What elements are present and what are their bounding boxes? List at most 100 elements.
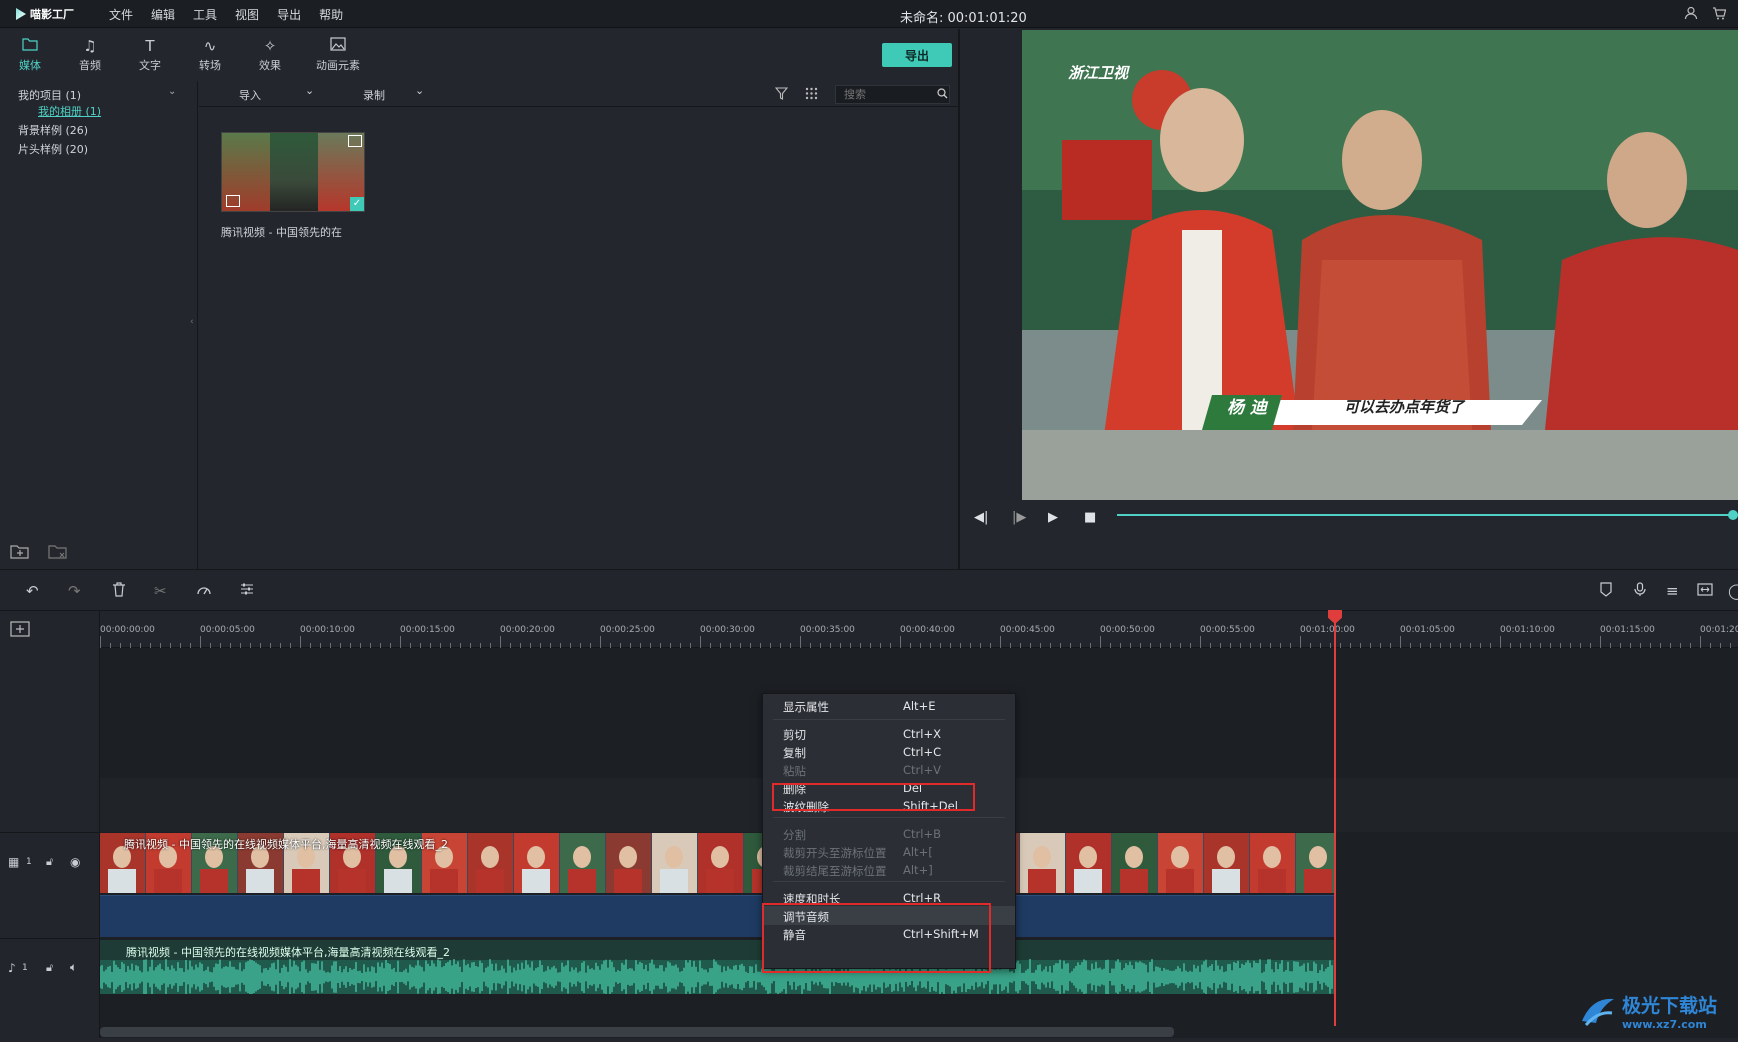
tab-text[interactable]: T 文字 [120, 29, 180, 81]
menu-help[interactable]: 帮助 [310, 6, 352, 23]
ruler-label: 00:00:05:00 [200, 625, 255, 635]
export-button[interactable]: 导出 [882, 43, 952, 67]
menu-item-copy[interactable]: 复制 Ctrl+C [763, 742, 1015, 761]
collapse-panel-icon[interactable]: ‹ [190, 317, 194, 327]
tab-text-label: 文字 [139, 58, 161, 72]
media-clip-thumbnail[interactable]: ✓ [221, 132, 365, 212]
menu-item-trim-start[interactable]: 裁剪开头至游标位置 Alt+[ [763, 842, 1015, 861]
tab-audio-label: 音频 [79, 58, 101, 72]
clip-caption: 腾讯视频 - 中国领先的在 [221, 226, 342, 239]
ruler-label: 00:00:10:00 [300, 625, 355, 635]
music-note-icon: ♪ [8, 961, 16, 975]
text-icon: T [145, 36, 155, 55]
chevron-down-icon[interactable]: ⌄ [415, 84, 424, 97]
search-icon[interactable] [937, 88, 948, 102]
add-track-icon[interactable] [10, 621, 30, 640]
cart-icon[interactable] [1712, 6, 1727, 24]
menu-item-trim-end[interactable]: 裁剪结尾至游标位置 Alt+] [763, 860, 1015, 879]
video-clip-label: 腾讯视频 - 中国领先的在线视频媒体平台,海量高清视频在线观看_2 [124, 838, 448, 851]
watermark-logo [1582, 998, 1614, 1026]
menu-divider [773, 881, 1005, 882]
stop-icon[interactable]: ■ [1084, 510, 1096, 525]
tree-my-project[interactable]: 我的项目 (1) [18, 87, 81, 103]
ruler-label: 00:00:15:00 [400, 625, 455, 635]
search-input[interactable] [835, 85, 950, 104]
video-preview: 浙江卫视 杨 迪 可以去办点年货了 [1022, 30, 1738, 500]
speed-icon[interactable] [196, 582, 212, 600]
menu-edit[interactable]: 编辑 [142, 6, 184, 23]
tree-bg-samples[interactable]: 背景样例 (26) [18, 122, 88, 138]
tab-elements-label: 动画元素 [316, 59, 360, 72]
cut-icon[interactable]: ✂ [154, 582, 167, 600]
tab-transition-label: 转场 [199, 58, 221, 72]
previous-frame-icon[interactable]: ◀| [974, 510, 988, 525]
library-toolbar: 导入 ⌄ 录制 ⌄ [199, 81, 960, 107]
chevron-down-icon[interactable]: ⌄ [305, 84, 314, 97]
menu-item-show-properties[interactable]: 显示属性 Alt+E [763, 696, 1015, 715]
watermark-url: www.xz7.com [1622, 1018, 1707, 1031]
speaker-icon[interactable]: 🔈︎ [70, 960, 77, 975]
new-folder-icon[interactable] [10, 543, 30, 562]
import-dropdown[interactable]: 导入 [239, 87, 261, 103]
microphone-icon[interactable] [1634, 582, 1646, 601]
voiceover-icon[interactable]: ≡ [1666, 582, 1679, 600]
menu-item-paste[interactable]: 粘贴 Ctrl+V [763, 760, 1015, 779]
video-track-header: ▦ 1 🔓︎ ◉ [0, 832, 100, 894]
video-clip-band[interactable] [100, 895, 1334, 937]
video-clip[interactable]: 腾讯视频 - 中国领先的在线视频媒体平台,海量高清视频在线观看_2 [100, 833, 1334, 893]
progress-handle[interactable] [1728, 510, 1738, 520]
tab-audio[interactable]: ♫ 音频 [60, 29, 120, 81]
marker-icon[interactable] [1600, 582, 1612, 601]
ruler-header [0, 611, 100, 648]
filter-icon[interactable] [774, 87, 789, 103]
highlight-box-delete [772, 783, 975, 811]
undo-icon[interactable]: ↶ [26, 582, 39, 600]
tab-effects[interactable]: ✧ 效果 [240, 29, 300, 81]
tab-media[interactable]: 媒体 [0, 29, 60, 81]
ruler-label: 00:01:05:00 [1400, 625, 1455, 635]
timeline-ruler[interactable]: 00:00:00:00 00:00:05:00 00:00:10:00 00:0… [100, 611, 1738, 648]
tab-elements[interactable]: 动画元素 [300, 29, 376, 81]
watermark: 极光下载站 www.xz7.com [1578, 986, 1738, 1036]
playback-progress-bar[interactable] [1117, 514, 1733, 516]
adjust-icon[interactable] [240, 582, 254, 600]
playhead[interactable] [1334, 611, 1336, 1026]
folder-tree: 我的项目 (1) ⌄ 我的相册 (1) 背景样例 (26) 片头样例 (20) … [0, 81, 198, 569]
grid-view-icon[interactable] [805, 87, 818, 103]
tree-title-samples[interactable]: 片头样例 (20) [18, 141, 88, 157]
menu-item-cut[interactable]: 剪切 Ctrl+X [763, 724, 1015, 743]
delete-icon[interactable] [112, 582, 126, 601]
tree-my-album[interactable]: 我的相册 (1) [38, 103, 101, 119]
menu-file[interactable]: 文件 [100, 6, 142, 23]
fit-timeline-icon[interactable] [1697, 582, 1713, 600]
next-frame-icon[interactable]: |▶ [1012, 510, 1026, 525]
menu-item-shortcut: Alt+[ [903, 845, 933, 859]
timeline-scrollbar[interactable] [100, 1027, 1174, 1037]
menu-tools[interactable]: 工具 [184, 6, 226, 23]
highlight-box-audio-options [762, 903, 991, 973]
lock-icon[interactable]: 🔓︎ [46, 855, 53, 869]
menu-item-shortcut: Ctrl+B [903, 827, 941, 841]
menu-export[interactable]: 导出 [268, 6, 310, 23]
watermark-title: 极光下载站 [1622, 995, 1718, 1017]
tab-media-label: 媒体 [19, 59, 41, 72]
ruler-label: 00:00:00:00 [100, 625, 155, 635]
redo-icon[interactable]: ↷ [68, 582, 81, 600]
delete-folder-icon[interactable] [48, 543, 68, 562]
transition-icon: ∿ [203, 36, 217, 55]
title-bar: 喵影工厂 文件 编辑 工具 视图 导出 帮助 未命名: 00:01:01:20 [0, 0, 1738, 28]
lock-icon[interactable]: 🔓︎ [46, 961, 53, 975]
audio-clip[interactable]: 腾讯视频 - 中国领先的在线视频媒体平台,海量高清视频在线观看_2 [100, 940, 1334, 994]
user-icon[interactable] [1684, 6, 1698, 24]
tab-transition[interactable]: ∿ 转场 [180, 29, 240, 81]
preview-frame [1022, 30, 1738, 500]
chevron-down-icon[interactable]: ⌄ [168, 86, 176, 97]
eye-icon[interactable]: ◉ [70, 855, 80, 869]
record-dropdown[interactable]: 录制 [363, 87, 385, 103]
ruler-label: 00:00:25:00 [600, 625, 655, 635]
menu-item-split[interactable]: 分割 Ctrl+B [763, 824, 1015, 843]
play-icon[interactable]: ▶ [1048, 510, 1058, 525]
menu-item-label: 裁剪开头至游标位置 [783, 846, 887, 860]
menu-view[interactable]: 视图 [226, 6, 268, 23]
zoom-icon[interactable]: ◯ [1728, 582, 1738, 600]
